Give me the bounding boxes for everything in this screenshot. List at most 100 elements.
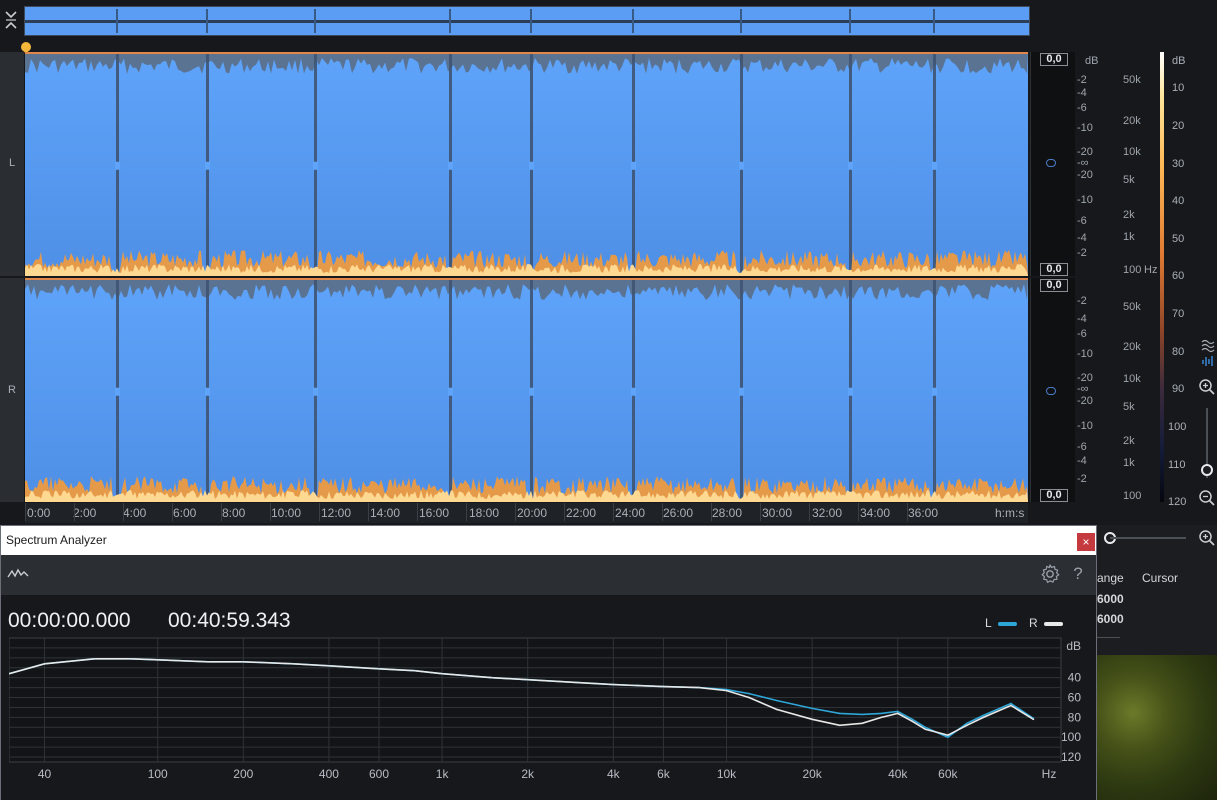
colorbar-tick: 90	[1172, 383, 1185, 395]
hz-tick: 2k	[1123, 435, 1135, 447]
meter-value: 0,0	[1040, 53, 1068, 66]
time-tick: 26:00	[663, 506, 694, 520]
colorbar-unit: dB	[1172, 55, 1186, 67]
hz-tick: 1k	[1123, 231, 1135, 243]
close-button[interactable]: ×	[1077, 533, 1095, 551]
time-tick: 10:00	[271, 506, 302, 520]
db-tick: -10	[1077, 122, 1093, 134]
series-point-R	[1010, 704, 1012, 707]
db-tick: -20	[1077, 395, 1093, 407]
zoom-out-icon[interactable]	[1197, 489, 1217, 510]
series-point-L	[861, 713, 864, 716]
waveform-icon[interactable]	[1198, 338, 1217, 369]
overview-wave	[25, 20, 1029, 23]
time-tick: 28:00	[712, 506, 743, 520]
db-tick: -4	[1077, 455, 1087, 467]
spectrogram-left[interactable]	[25, 52, 1028, 276]
channel-label-right: R	[8, 384, 16, 396]
desktop-background-image	[1097, 655, 1217, 800]
series-point-R	[43, 662, 46, 665]
x-tick-label: 60k	[938, 767, 958, 781]
collapse-icon[interactable]	[3, 9, 19, 31]
time-tick: 2:00	[73, 506, 97, 520]
hz-tick: 100	[1123, 490, 1142, 502]
legend-left-swatch	[997, 621, 1017, 626]
vertical-zoom-handle[interactable]	[1201, 464, 1213, 476]
time-tick-line	[613, 503, 614, 521]
overview-marker	[314, 9, 316, 33]
y-tick-label: 80	[1068, 710, 1082, 724]
x-tick-label: 200	[233, 767, 253, 781]
db-tick: -2	[1077, 74, 1087, 86]
time-tick-line	[760, 503, 761, 521]
help-button[interactable]: ?	[1070, 564, 1086, 584]
time-tick: 20:00	[517, 506, 548, 520]
db-scale-unit: dB	[1085, 55, 1099, 67]
spectrum-chart[interactable]: 40 100 200 400 600 1k 2k 4k 6k 10k 20k 40k 60k Hz 40 60…	[9, 635, 1091, 795]
series-point-L	[748, 692, 750, 695]
overview-marker	[116, 9, 118, 33]
db-tick: -2	[1077, 247, 1087, 259]
ruler-handle-icon[interactable]	[1046, 159, 1056, 167]
time-ruler[interactable]: 0:00 2:00 4:00 6:00 8:00 10:00 12:00 14:…	[25, 503, 1028, 523]
series-point-R	[982, 716, 985, 719]
overview-marker	[206, 9, 208, 33]
amplitude-ruler-right[interactable]	[1030, 278, 1075, 502]
x-tick-label: 100	[148, 767, 168, 781]
series-point-R	[292, 662, 295, 665]
db-tick: -6	[1077, 328, 1087, 340]
colorbar-tick: 20	[1172, 120, 1185, 132]
series-point-R	[662, 685, 665, 688]
spectrum-mode-icon[interactable]	[7, 567, 29, 586]
time-tick-line	[564, 503, 565, 521]
hz-tick: 50k	[1123, 301, 1141, 313]
colorbar-scale: dB 10 20 30 40 50 60 70 80 90 100 110 12…	[1168, 52, 1208, 508]
series-point-R	[491, 676, 493, 679]
time-tick: 8:00	[222, 506, 246, 520]
series-point-R	[880, 716, 883, 719]
time-tick-line	[25, 503, 26, 521]
x-tick-label: 20k	[802, 767, 822, 781]
x-tick-label: 400	[319, 767, 339, 781]
spectrogram-right[interactable]	[25, 278, 1028, 502]
x-tick-label: 1k	[436, 767, 450, 781]
y-axis-label: dB	[1066, 639, 1081, 653]
selection-info-panel: ange Cursor 6000 6000	[1097, 555, 1217, 655]
colorbar-tick: 80	[1172, 346, 1185, 358]
series-point-L	[811, 707, 813, 710]
zoom-in-icon[interactable]	[1197, 529, 1217, 550]
time-tick: 16:00	[419, 506, 450, 520]
colorbar-tick: 30	[1172, 158, 1185, 170]
x-tick-label: 40k	[888, 767, 908, 781]
series-point-R	[698, 686, 700, 689]
time-tick-line	[221, 503, 222, 521]
time-tick: 12:00	[321, 506, 352, 520]
hz-tick: 20k	[1123, 341, 1141, 353]
series-point-L	[880, 712, 883, 715]
settings-gear-icon[interactable]	[1039, 563, 1061, 585]
overview-marker	[933, 9, 935, 33]
series-point-L	[896, 710, 899, 713]
ruler-handle-icon[interactable]	[1046, 387, 1056, 395]
time-tick-line	[466, 503, 467, 521]
waveform-overview[interactable]	[24, 6, 1030, 36]
amplitude-ruler-left[interactable]	[1030, 52, 1075, 276]
channel-label-left: L	[8, 157, 16, 169]
window-title: Spectrum Analyzer	[1, 526, 1096, 555]
db-tick: -4	[1077, 313, 1087, 325]
x-tick-label: 40	[38, 767, 52, 781]
db-tick: -20	[1077, 169, 1093, 181]
cursor-header: Cursor	[1142, 571, 1179, 585]
hz-tick: 2k	[1123, 209, 1135, 221]
time-tick-line	[662, 503, 663, 521]
y-tick-label: 60	[1068, 691, 1082, 705]
hz-tick: 10k	[1123, 146, 1141, 158]
zoom-in-icon[interactable]	[1197, 378, 1217, 399]
range-value: 6000	[1097, 592, 1124, 606]
db-tick: -∞	[1077, 157, 1089, 169]
series-point-R	[811, 718, 813, 721]
spectrogram-graphic	[25, 52, 1028, 276]
range-value: 6000	[1097, 612, 1124, 626]
horizontal-zoom-slider[interactable]	[1110, 537, 1186, 539]
series-point-R	[924, 728, 927, 731]
